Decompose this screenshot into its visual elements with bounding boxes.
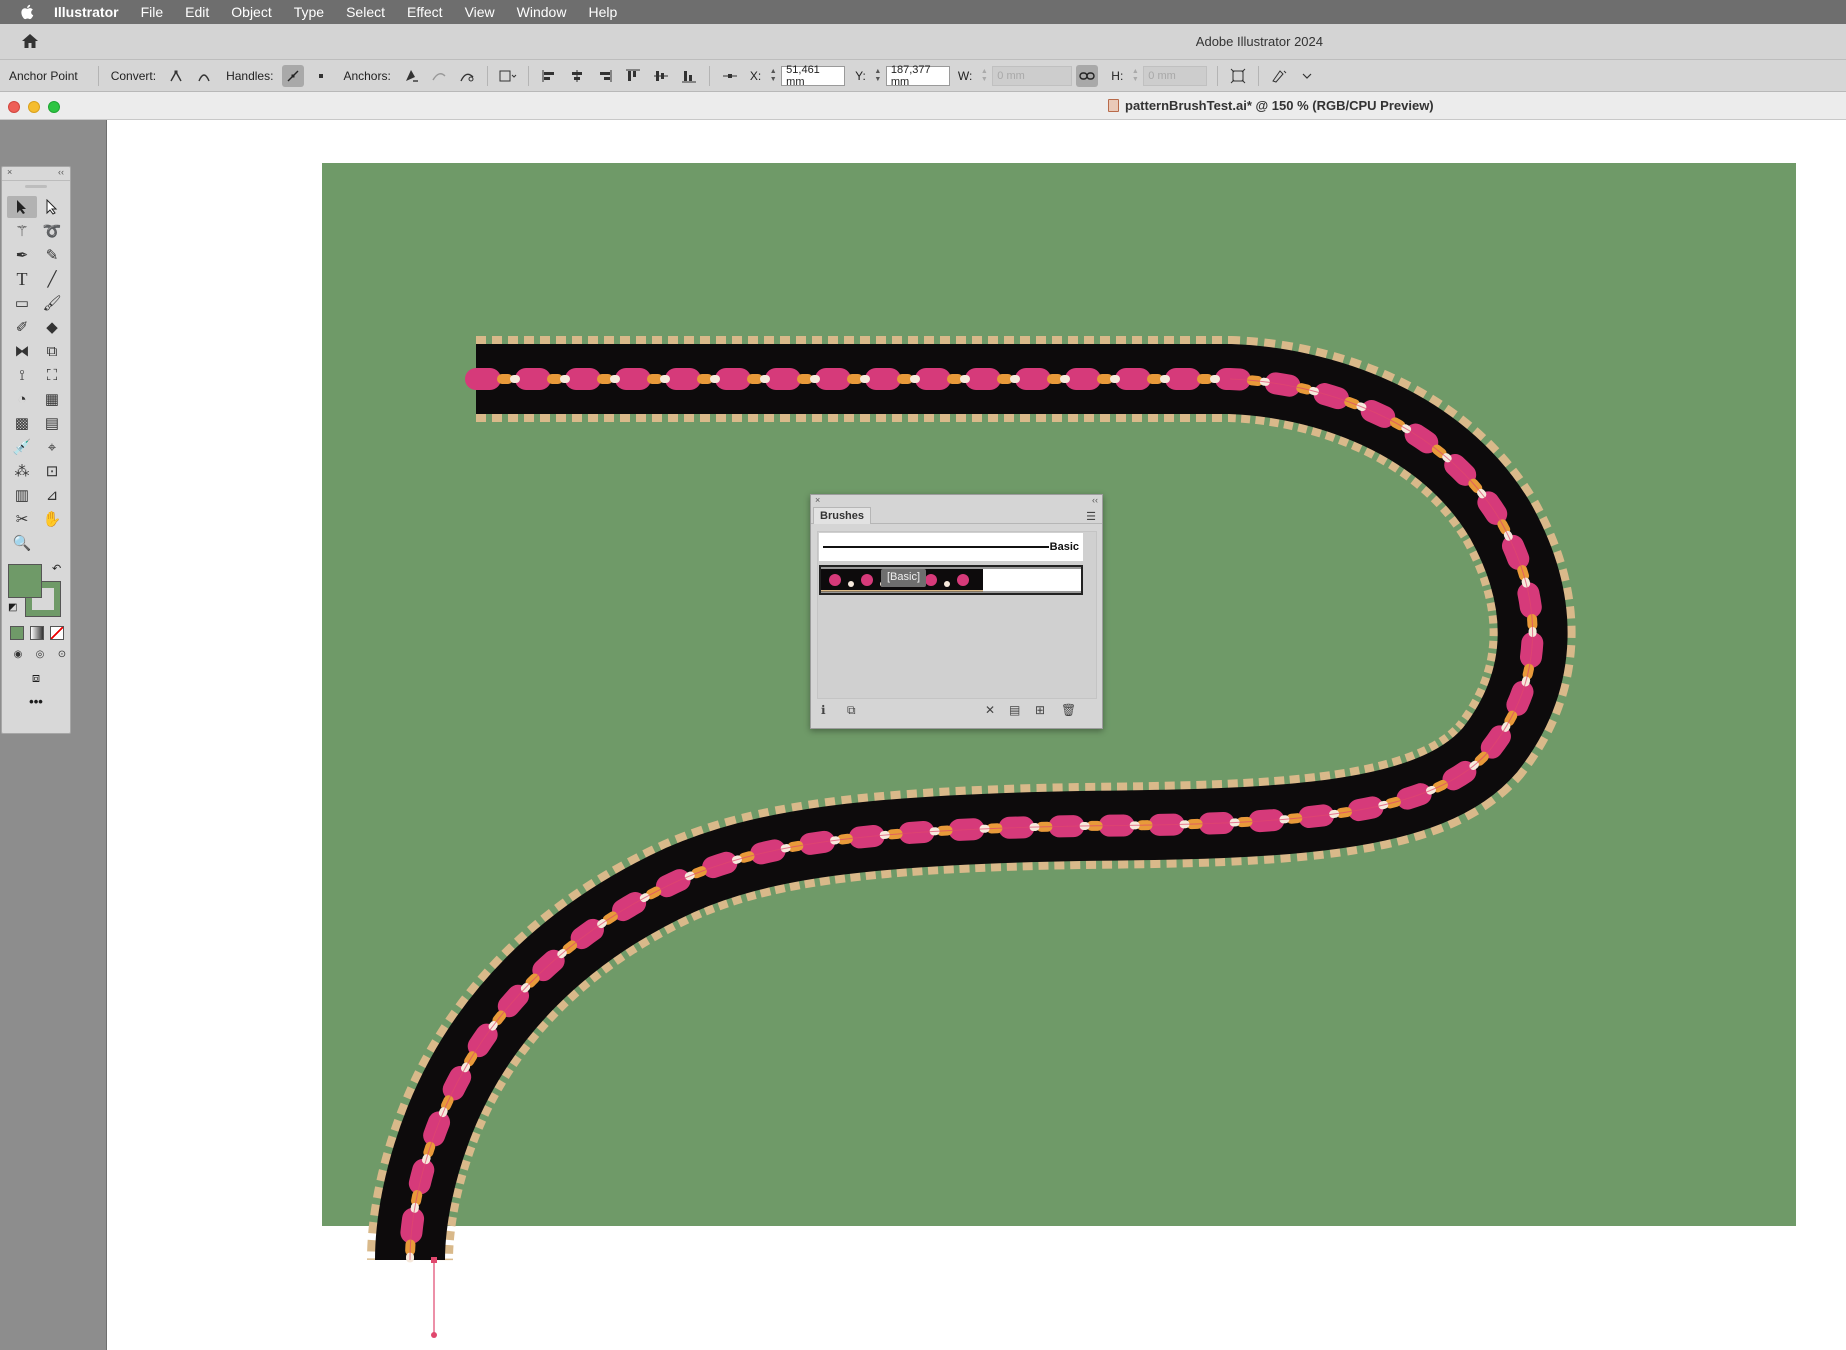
direction-handle-point[interactable] xyxy=(431,1332,437,1338)
basic-brush-preview xyxy=(823,546,1049,548)
swap-fill-stroke-icon[interactable]: ↶ xyxy=(52,562,61,575)
color-mode-icon[interactable] xyxy=(10,626,24,640)
reflect-tool-icon[interactable]: ⧓ xyxy=(7,340,37,362)
width-tool-icon[interactable]: ⟟ xyxy=(7,364,37,386)
brush-list: Basic [Basic] xyxy=(817,531,1097,699)
tools-panel-header: × ‹‹ xyxy=(2,167,70,181)
gradient-tool-icon[interactable]: ▤ xyxy=(37,412,67,434)
tools-panel: × ‹‹ ⚚ ➰ ✒ ✎ T ╱ ▭ 🖌 ✐ ◆ ⧓ ⧉ ⟟ ⛶ ◔ ▦ ▩ ▤… xyxy=(1,166,71,734)
pattern-brush-preview xyxy=(821,567,1081,593)
lasso-tool-icon[interactable]: ➰ xyxy=(37,220,67,242)
draw-inside-icon[interactable]: ⊙ xyxy=(54,646,70,662)
mesh-tool-icon[interactable]: ▩ xyxy=(7,412,37,434)
close-icon[interactable]: × xyxy=(815,495,820,505)
brushes-panel: × ‹‹ Brushes ☰ Basic [Basic] ℹ︎ ⧉ ✕ ▤ ⊞ … xyxy=(810,494,1103,729)
fill-stroke-swatches: ↶ ◩ xyxy=(2,562,70,618)
artboard-tool-icon[interactable]: ⊡ xyxy=(37,460,67,482)
brush-tooltip: [Basic] xyxy=(881,569,927,587)
remove-brush-stroke-icon[interactable]: ✕ xyxy=(985,703,995,717)
shape-builder-tool-icon[interactable]: ◔ xyxy=(7,388,37,410)
perspective-grid-tool-icon[interactable]: ▦ xyxy=(37,388,67,410)
delete-brush-icon[interactable]: 🗑 xyxy=(1061,703,1076,717)
tab-brushes[interactable]: Brushes xyxy=(813,507,872,524)
fill-swatch[interactable] xyxy=(8,564,42,598)
draw-behind-icon[interactable]: ◎ xyxy=(32,646,48,662)
brush-item-basic[interactable]: Basic xyxy=(819,533,1083,561)
new-brush-icon[interactable]: ⊞ xyxy=(1035,703,1045,717)
none-mode-icon[interactable] xyxy=(50,626,64,640)
rectangle-tool-icon[interactable]: ▭ xyxy=(7,292,37,314)
panel-menu-icon[interactable]: ☰ xyxy=(1086,510,1096,523)
collapse-icon[interactable]: ‹‹ xyxy=(1092,495,1098,505)
symbol-sprayer-tool-icon[interactable]: ⁂ xyxy=(7,460,37,482)
knife-tool-icon[interactable]: ✂ xyxy=(7,508,37,530)
brushes-panel-footer: ℹ︎ ⧉ ✕ ▤ ⊞ 🗑 xyxy=(811,702,1104,720)
more-tools-icon[interactable]: ••• xyxy=(2,694,70,709)
zoom-tool-icon[interactable]: 🔍 xyxy=(7,532,37,554)
panel-grip[interactable] xyxy=(25,185,47,188)
magic-wand-tool-icon[interactable]: ⚚ xyxy=(7,220,37,242)
draw-normal-icon[interactable]: ◉ xyxy=(10,646,26,662)
gradient-mode-icon[interactable] xyxy=(30,626,44,640)
measure-tool-icon[interactable]: ⌖ xyxy=(37,436,67,458)
curvature-tool-icon[interactable]: ✎ xyxy=(37,244,67,266)
close-icon[interactable]: × xyxy=(7,167,12,177)
brush-name: Basic xyxy=(1049,541,1079,553)
pen-tool-icon[interactable]: ✒ xyxy=(7,244,37,266)
direct-selection-tool-icon[interactable] xyxy=(37,196,67,218)
eyedropper-tool-icon[interactable]: 💉 xyxy=(7,436,37,458)
libraries-panel-icon[interactable]: ⧉ xyxy=(847,703,856,718)
collapse-icon[interactable]: ‹‹ xyxy=(58,167,64,177)
type-tool-icon[interactable]: T xyxy=(7,268,37,290)
screen-mode-icon[interactable]: ⧈ xyxy=(2,670,70,686)
column-graph-tool-icon[interactable]: ▥ xyxy=(7,484,37,506)
default-fill-stroke-icon[interactable]: ◩ xyxy=(8,602,17,613)
scale-tool-icon[interactable]: ⧉ xyxy=(37,340,67,362)
brush-item-pattern[interactable]: [Basic] xyxy=(819,565,1083,595)
paintbrush-tool-icon[interactable]: 🖌 xyxy=(37,292,67,314)
brushes-panel-topbar: × ‹‹ xyxy=(811,495,1102,507)
eraser-tool-icon[interactable]: ◆ xyxy=(37,316,67,338)
shaper-tool-icon[interactable]: ✐ xyxy=(7,316,37,338)
anchor-point[interactable] xyxy=(431,1257,437,1263)
free-transform-tool-icon[interactable]: ⛶ xyxy=(37,364,67,386)
brush-libraries-icon[interactable]: ℹ︎ xyxy=(821,703,826,717)
slice-tool-icon[interactable]: ⊿ xyxy=(37,484,67,506)
brush-options-icon[interactable]: ▤ xyxy=(1009,703,1020,717)
hand-tool-icon[interactable]: ✋ xyxy=(37,508,67,530)
selection-tool-icon[interactable] xyxy=(7,196,37,218)
line-segment-tool-icon[interactable]: ╱ xyxy=(37,268,67,290)
